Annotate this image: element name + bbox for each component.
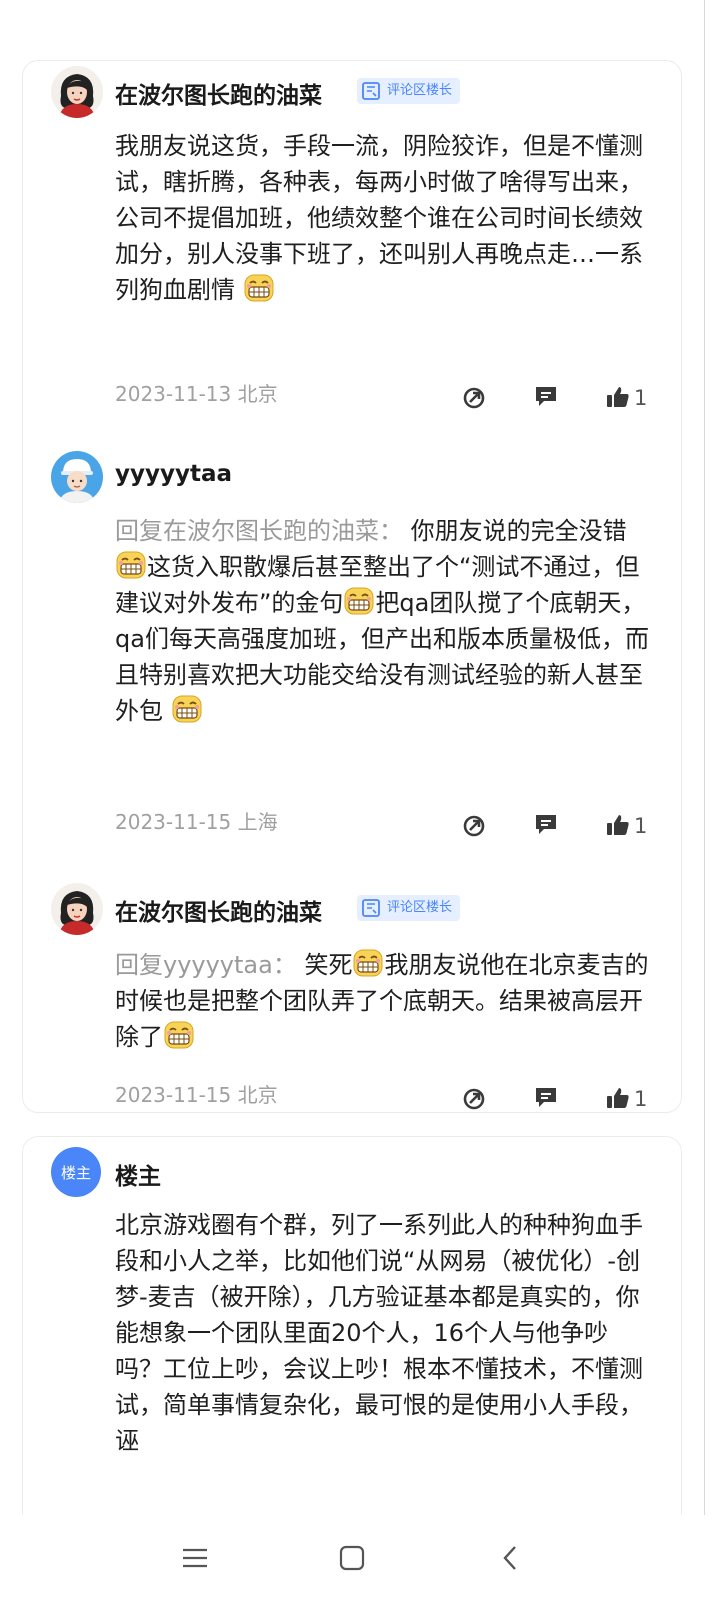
op-comment-card: 楼主 楼主 北京游戏圈有个群，列了一系列此人的种种狗血手段和小人之举，比如他们说…	[22, 1136, 682, 1556]
comment-location: 北京	[237, 382, 278, 406]
comment-username[interactable]: yyyyytaa	[115, 461, 232, 487]
badge-label: 评论区楼长	[387, 83, 453, 98]
avatar[interactable]	[51, 66, 103, 118]
page-edge-divider	[704, 0, 705, 1515]
op-avatar[interactable]: 楼主	[51, 1147, 101, 1197]
system-nav-bar	[0, 1515, 720, 1600]
thumbs-up-icon[interactable]	[605, 384, 631, 410]
back-button[interactable]	[470, 1515, 550, 1600]
grin-emoji-icon	[115, 549, 147, 581]
comment-body[interactable]: 我朋友说这货，手段一流，阴险狡诈，但是不懂测试，瞎折腾，各种表，每两小时做了啥得…	[115, 128, 655, 308]
comment-text: 我朋友说这货，手段一流，阴险狡诈，但是不懂测试，瞎折腾，各种表，每两小时做了啥得…	[115, 132, 643, 304]
comment-username[interactable]: 在波尔图长跑的油菜	[115, 893, 322, 927]
comment-username[interactable]: 在波尔图长跑的油菜	[115, 76, 322, 110]
comment-date: 2023-11-13	[115, 382, 232, 406]
comment-text: 笑死	[304, 951, 353, 979]
badge-book-icon	[361, 81, 381, 101]
badge-label: 评论区楼长	[387, 900, 453, 915]
floor-owner-badge: 评论区楼长	[357, 78, 461, 104]
menu-button[interactable]	[155, 1515, 235, 1600]
comment-location: 北京	[237, 1083, 278, 1107]
comment-body[interactable]: 回复在波尔图长跑的油菜： 你朋友说的完全没错这货入职散爆后甚至整出了个“测试不通…	[115, 513, 655, 729]
share-icon[interactable]	[461, 385, 487, 411]
op-avatar-label: 楼主	[60, 1163, 91, 1182]
share-icon[interactable]	[461, 813, 487, 839]
reply-icon[interactable]	[533, 383, 559, 409]
reply-icon[interactable]	[533, 1084, 559, 1110]
reply-prefix[interactable]: 回复yyyyytaa：	[115, 951, 297, 979]
share-icon[interactable]	[461, 1086, 487, 1112]
avatar[interactable]	[51, 451, 103, 503]
like-count: 1	[634, 814, 648, 838]
comment-username[interactable]: 楼主	[115, 1157, 161, 1191]
badge-book-icon	[361, 898, 381, 918]
grin-emoji-icon	[243, 272, 275, 304]
grin-emoji-icon	[171, 693, 203, 725]
comment-text: 你朋友说的完全没错	[410, 517, 627, 545]
grin-emoji-icon	[352, 947, 384, 979]
back-icon	[503, 1545, 516, 1570]
reply-prefix[interactable]: 回复在波尔图长跑的油菜：	[115, 517, 403, 545]
comment-text: 北京游戏圈有个群，列了一系列此人的种种狗血手段和小人之举，比如他们说“从网易（被…	[115, 1211, 643, 1455]
thumbs-up-icon[interactable]	[605, 812, 631, 838]
floor-owner-badge: 评论区楼长	[357, 895, 461, 921]
comment-date: 2023-11-15	[115, 1083, 232, 1107]
grin-emoji-icon	[343, 585, 375, 617]
comment-body[interactable]: 北京游戏圈有个群，列了一系列此人的种种狗血手段和小人之举，比如他们说“从网易（被…	[115, 1207, 655, 1459]
thumbs-up-icon[interactable]	[605, 1085, 631, 1111]
avatar[interactable]	[51, 883, 103, 935]
comment-date: 2023-11-15	[115, 810, 232, 834]
reply-icon[interactable]	[533, 811, 559, 837]
comment-thread-card: 在波尔图长跑的油菜 评论区楼长 我朋友说这货，手段一流，阴险狡诈，但是不懂测试，…	[22, 60, 682, 1113]
home-button[interactable]	[312, 1515, 392, 1600]
comment-meta: 2023-11-13 北京	[115, 378, 278, 407]
comment-location: 上海	[237, 810, 278, 834]
like-count: 1	[634, 386, 648, 410]
comment-body[interactable]: 回复yyyyytaa： 笑死 我朋友说他在北京麦吉的时候也是把整个团队弄了个底朝天…	[115, 947, 655, 1055]
like-count: 1	[634, 1087, 648, 1111]
menu-icon	[183, 1548, 207, 1567]
grin-emoji-icon	[163, 1019, 195, 1051]
comment-meta: 2023-11-15 北京	[115, 1079, 278, 1108]
comment-meta: 2023-11-15 上海	[115, 806, 278, 835]
home-icon	[339, 1545, 365, 1570]
